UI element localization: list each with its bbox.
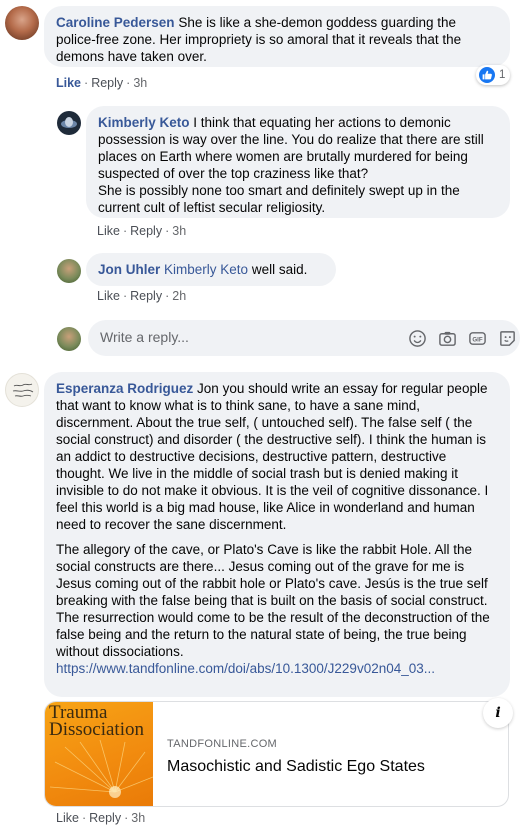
reply-author[interactable]: Kimberly Keto: [98, 115, 190, 130]
reply-button[interactable]: Reply: [91, 76, 123, 90]
comment-bubble: Esperanza Rodriguez Jon you should write…: [44, 372, 510, 697]
avatar-caroline[interactable]: [5, 6, 39, 40]
comment-text: Jon you should write an essay for regula…: [56, 381, 489, 532]
comment-text-2: The allegory of the cave, or Plato's Cav…: [56, 542, 490, 659]
link-domain: TANDFONLINE.COM: [167, 738, 278, 750]
reaction-count: 1: [499, 69, 506, 81]
smiley-icon[interactable]: [408, 329, 427, 348]
reply-time[interactable]: 2h: [172, 289, 186, 303]
info-label: i: [495, 705, 501, 721]
camera-icon[interactable]: [438, 329, 457, 348]
reply-button[interactable]: Reply: [89, 811, 121, 825]
reply-composer[interactable]: GIF: [88, 320, 520, 356]
reply-author[interactable]: Jon Uhler: [98, 262, 160, 277]
reply-actions: Like · Reply · 3h: [97, 224, 187, 238]
comment-author[interactable]: Esperanza Rodriguez: [56, 381, 193, 396]
info-icon[interactable]: i: [483, 698, 513, 728]
like-button[interactable]: Like: [56, 76, 81, 90]
avatar-esperanza[interactable]: [5, 373, 39, 407]
reply-text: well said.: [251, 262, 308, 277]
book-cover-image: Trauma Dissociation: [45, 702, 153, 806]
link-title[interactable]: Masochistic and Sadistic Ego States: [167, 758, 425, 776]
comment-time[interactable]: 3h: [133, 76, 147, 90]
avatar-current-user: [57, 327, 81, 351]
comment-actions: Like · Reply · 3h: [56, 76, 148, 90]
comment-bubble: Caroline Pedersen She is like a she-demo…: [44, 6, 510, 67]
avatar-jon[interactable]: [57, 259, 81, 283]
like-button[interactable]: Like: [97, 289, 120, 303]
reply-bubble: Kimberly Keto I think that equating her …: [86, 106, 510, 218]
reply-time[interactable]: 3h: [172, 224, 186, 238]
sticker-icon[interactable]: [498, 329, 517, 348]
avatar-kimberly[interactable]: [57, 111, 81, 135]
thumbs-up-icon: [479, 67, 495, 83]
comment-link[interactable]: https://www.tandfonline.com/doi/abs/10.1…: [56, 661, 435, 676]
comment-actions: Like · Reply · 3h: [56, 811, 146, 825]
comment-time[interactable]: 3h: [131, 811, 145, 825]
reply-button[interactable]: Reply: [130, 289, 162, 303]
comment-author[interactable]: Caroline Pedersen: [56, 15, 175, 30]
like-button[interactable]: Like: [97, 224, 120, 238]
reply-button[interactable]: Reply: [130, 224, 162, 238]
reply-actions: Like · Reply · 2h: [97, 289, 187, 303]
svg-text:GIF: GIF: [472, 336, 482, 343]
reply-text-2: She is possibly none too smart and defin…: [98, 183, 460, 215]
reply-input[interactable]: [100, 329, 380, 345]
reaction-count-badge[interactable]: 1: [476, 65, 510, 85]
cover-rays-icon: [49, 739, 153, 798]
like-button[interactable]: Like: [56, 811, 79, 825]
mention-tag[interactable]: Kimberly Keto: [164, 262, 248, 277]
reply-bubble: Jon Uhler Kimberly Keto well said.: [86, 253, 336, 286]
gif-icon[interactable]: GIF: [468, 329, 487, 348]
link-preview-card[interactable]: Trauma Dissociation TANDFONLINE.COM Maso…: [44, 701, 509, 807]
